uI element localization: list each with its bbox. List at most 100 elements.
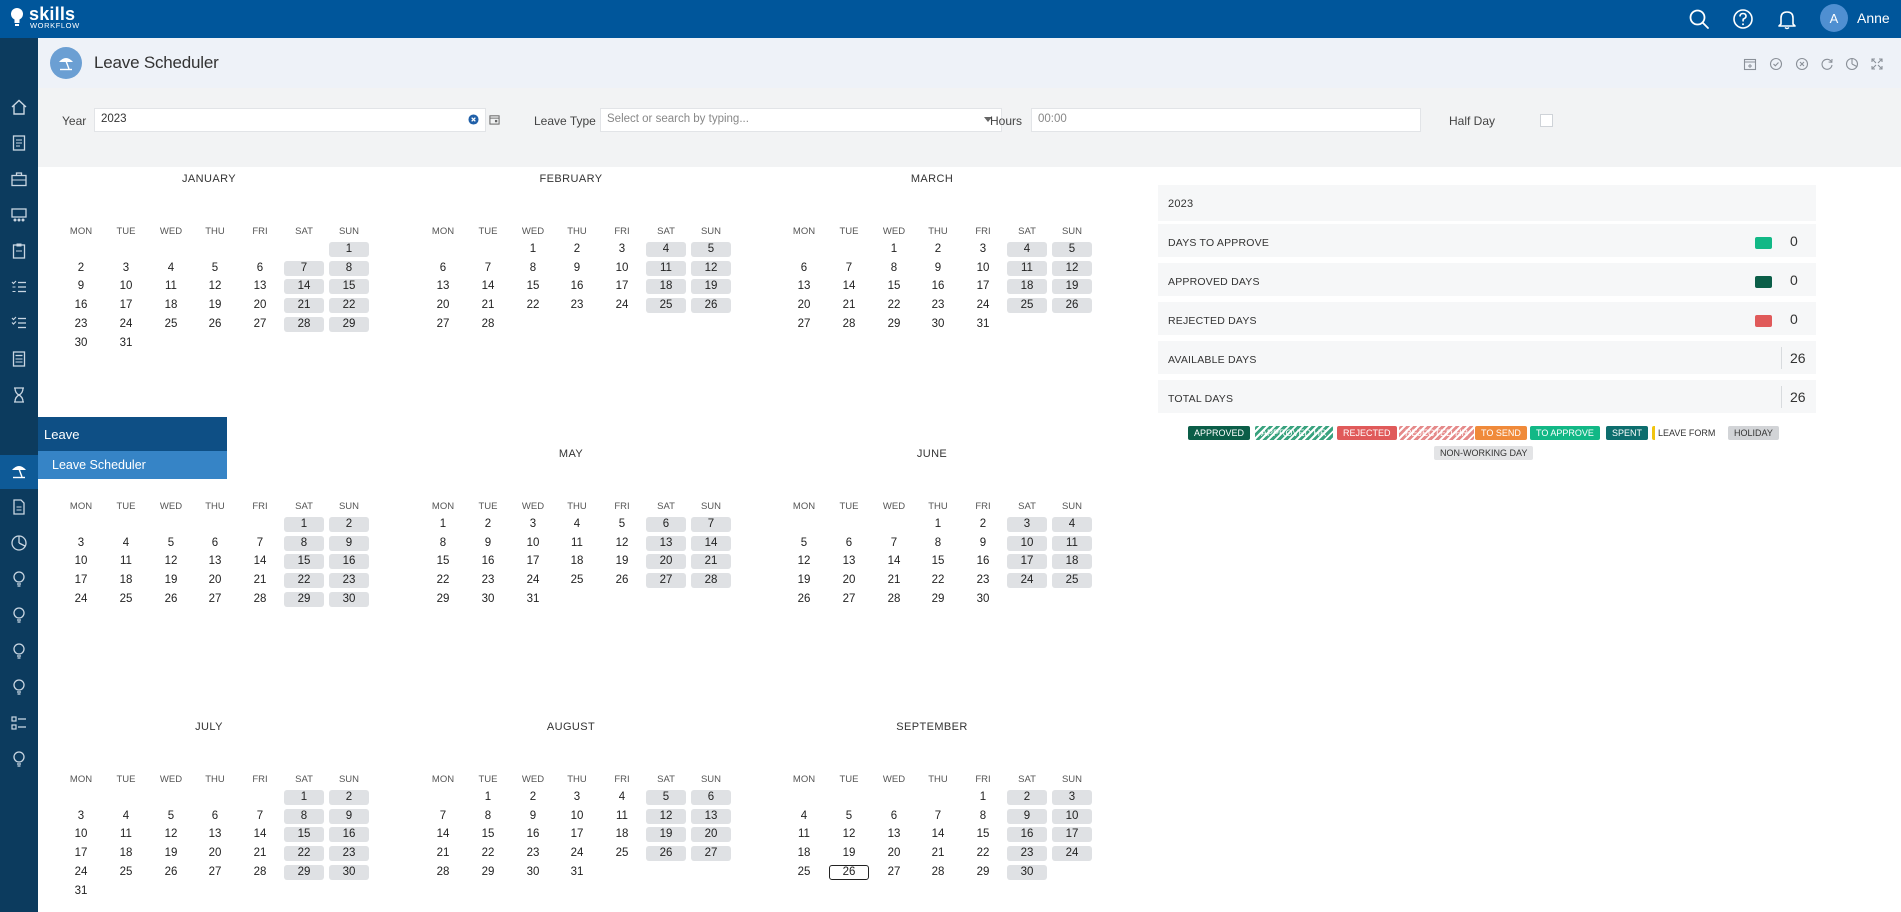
- calendar-day[interactable]: 4: [1007, 242, 1047, 257]
- calendar-day[interactable]: 29: [423, 592, 463, 607]
- flyout-section-leave[interactable]: Leave: [38, 417, 227, 451]
- calendar-day[interactable]: 12: [151, 554, 191, 569]
- calendar-day[interactable]: 12: [691, 260, 731, 276]
- calendar-day[interactable]: 5: [784, 536, 824, 551]
- calendar-day[interactable]: 17: [963, 279, 1003, 294]
- calendar-day[interactable]: 18: [602, 827, 642, 842]
- check-circle-icon[interactable]: [1769, 57, 1783, 71]
- leave-type-select[interactable]: Select or search by typing...: [600, 108, 1002, 132]
- calendar-day[interactable]: 4: [106, 536, 146, 551]
- calendar-day[interactable]: 8: [284, 808, 324, 824]
- calendar-day[interactable]: 1: [329, 242, 369, 257]
- calendar-day[interactable]: 13: [195, 827, 235, 842]
- calendar-day[interactable]: 24: [61, 592, 101, 607]
- calendar-day[interactable]: 13: [423, 279, 463, 294]
- clear-icon[interactable]: [468, 114, 479, 125]
- calendar-day[interactable]: 20: [691, 827, 731, 843]
- calendar-day[interactable]: 13: [646, 535, 686, 551]
- calendar-day[interactable]: 5: [829, 809, 869, 824]
- calendar-day[interactable]: 30: [329, 864, 369, 880]
- calendar-day[interactable]: 3: [61, 809, 101, 824]
- calendar-day[interactable]: 12: [646, 808, 686, 824]
- calendar-day[interactable]: 9: [468, 536, 508, 551]
- calendar-day[interactable]: 19: [691, 279, 731, 295]
- calendar-day[interactable]: 16: [963, 554, 1003, 569]
- calendar-day[interactable]: 20: [646, 554, 686, 570]
- calendar-day[interactable]: 17: [61, 573, 101, 588]
- calendar-day[interactable]: 21: [829, 298, 869, 313]
- calendar-day[interactable]: 21: [468, 298, 508, 313]
- calendar-day[interactable]: 28: [918, 865, 958, 880]
- calendar-day[interactable]: 30: [468, 592, 508, 607]
- help-icon[interactable]: [1732, 8, 1754, 30]
- calendar-day[interactable]: 15: [918, 554, 958, 569]
- calendar-day[interactable]: 18: [1007, 279, 1047, 295]
- calendar-day[interactable]: 18: [106, 846, 146, 861]
- calendar-day[interactable]: 31: [61, 884, 101, 899]
- calendar-day[interactable]: 30: [918, 317, 958, 332]
- calendar-day[interactable]: 15: [329, 279, 369, 295]
- calendar-day[interactable]: 20: [784, 298, 824, 313]
- calendar-day[interactable]: 27: [691, 846, 731, 862]
- calendar-day[interactable]: 21: [240, 846, 280, 861]
- calendar-day[interactable]: 16: [329, 827, 369, 843]
- calendar-day[interactable]: 2: [468, 517, 508, 532]
- calendar-day[interactable]: 27: [423, 317, 463, 332]
- calendar-day[interactable]: 16: [61, 298, 101, 313]
- calendar-day[interactable]: 20: [195, 573, 235, 588]
- calendar-day[interactable]: 24: [1007, 573, 1047, 589]
- calendar-day[interactable]: 2: [963, 517, 1003, 532]
- search-icon[interactable]: [1688, 8, 1710, 30]
- calendar-day[interactable]: 29: [918, 592, 958, 607]
- calendar-day[interactable]: 1: [918, 517, 958, 532]
- calendar-day[interactable]: 3: [963, 242, 1003, 257]
- calendar-day[interactable]: 12: [602, 536, 642, 551]
- calendar-day[interactable]: 13: [240, 279, 280, 294]
- calendar-day[interactable]: 26: [1052, 298, 1092, 314]
- calendar-day[interactable]: 2: [513, 790, 553, 805]
- calendar-day[interactable]: 18: [151, 298, 191, 313]
- calendar-day[interactable]: 26: [646, 846, 686, 862]
- calendar-day[interactable]: 10: [106, 279, 146, 294]
- calendar-day[interactable]: 20: [874, 846, 914, 861]
- calendar-day[interactable]: 17: [1007, 554, 1047, 570]
- calendar-day[interactable]: 6: [240, 261, 280, 276]
- calendar-day[interactable]: 8: [423, 536, 463, 551]
- calendar-day[interactable]: 19: [646, 827, 686, 843]
- calendar-day[interactable]: 2: [329, 517, 369, 532]
- calendar-day[interactable]: 17: [602, 279, 642, 294]
- calendar-day[interactable]: 20: [423, 298, 463, 313]
- calendar-day[interactable]: 7: [918, 809, 958, 824]
- pie-chart-icon[interactable]: [10, 534, 28, 552]
- lightbulb-icon[interactable]: [10, 750, 28, 768]
- calendar-day[interactable]: 4: [602, 790, 642, 805]
- calendar-day[interactable]: 6: [691, 790, 731, 805]
- calendar-day[interactable]: 27: [829, 592, 869, 607]
- calendar-day[interactable]: 28: [874, 592, 914, 607]
- expand-icon[interactable]: [1870, 57, 1884, 71]
- calendar-day[interactable]: 4: [1052, 517, 1092, 532]
- calendar-day[interactable]: 11: [1052, 535, 1092, 551]
- calendar-day[interactable]: 9: [61, 279, 101, 294]
- calendar-day[interactable]: 12: [151, 827, 191, 842]
- calendar-day[interactable]: 30: [513, 865, 553, 880]
- calendar-day[interactable]: 19: [151, 573, 191, 588]
- lightbulb-icon[interactable]: [10, 570, 28, 588]
- calendar-day[interactable]: 23: [329, 846, 369, 862]
- calendar-day[interactable]: 26: [151, 865, 191, 880]
- calendar-day[interactable]: 28: [423, 865, 463, 880]
- calendar-day[interactable]: 1: [963, 790, 1003, 805]
- calendar-day[interactable]: 5: [195, 261, 235, 276]
- calendar-day[interactable]: 8: [329, 260, 369, 276]
- calendar-day[interactable]: 7: [423, 809, 463, 824]
- calendar-day[interactable]: 3: [557, 790, 597, 805]
- calendar-day[interactable]: 24: [61, 865, 101, 880]
- document-icon[interactable]: [10, 134, 28, 152]
- calendar-day[interactable]: 13: [195, 554, 235, 569]
- calendar-day[interactable]: 17: [106, 298, 146, 313]
- calendar-day[interactable]: 14: [829, 279, 869, 294]
- calendar-day[interactable]: 8: [874, 261, 914, 276]
- calendar-day[interactable]: 13: [691, 808, 731, 824]
- calendar-day[interactable]: 11: [646, 260, 686, 276]
- calendar-day[interactable]: 25: [106, 592, 146, 607]
